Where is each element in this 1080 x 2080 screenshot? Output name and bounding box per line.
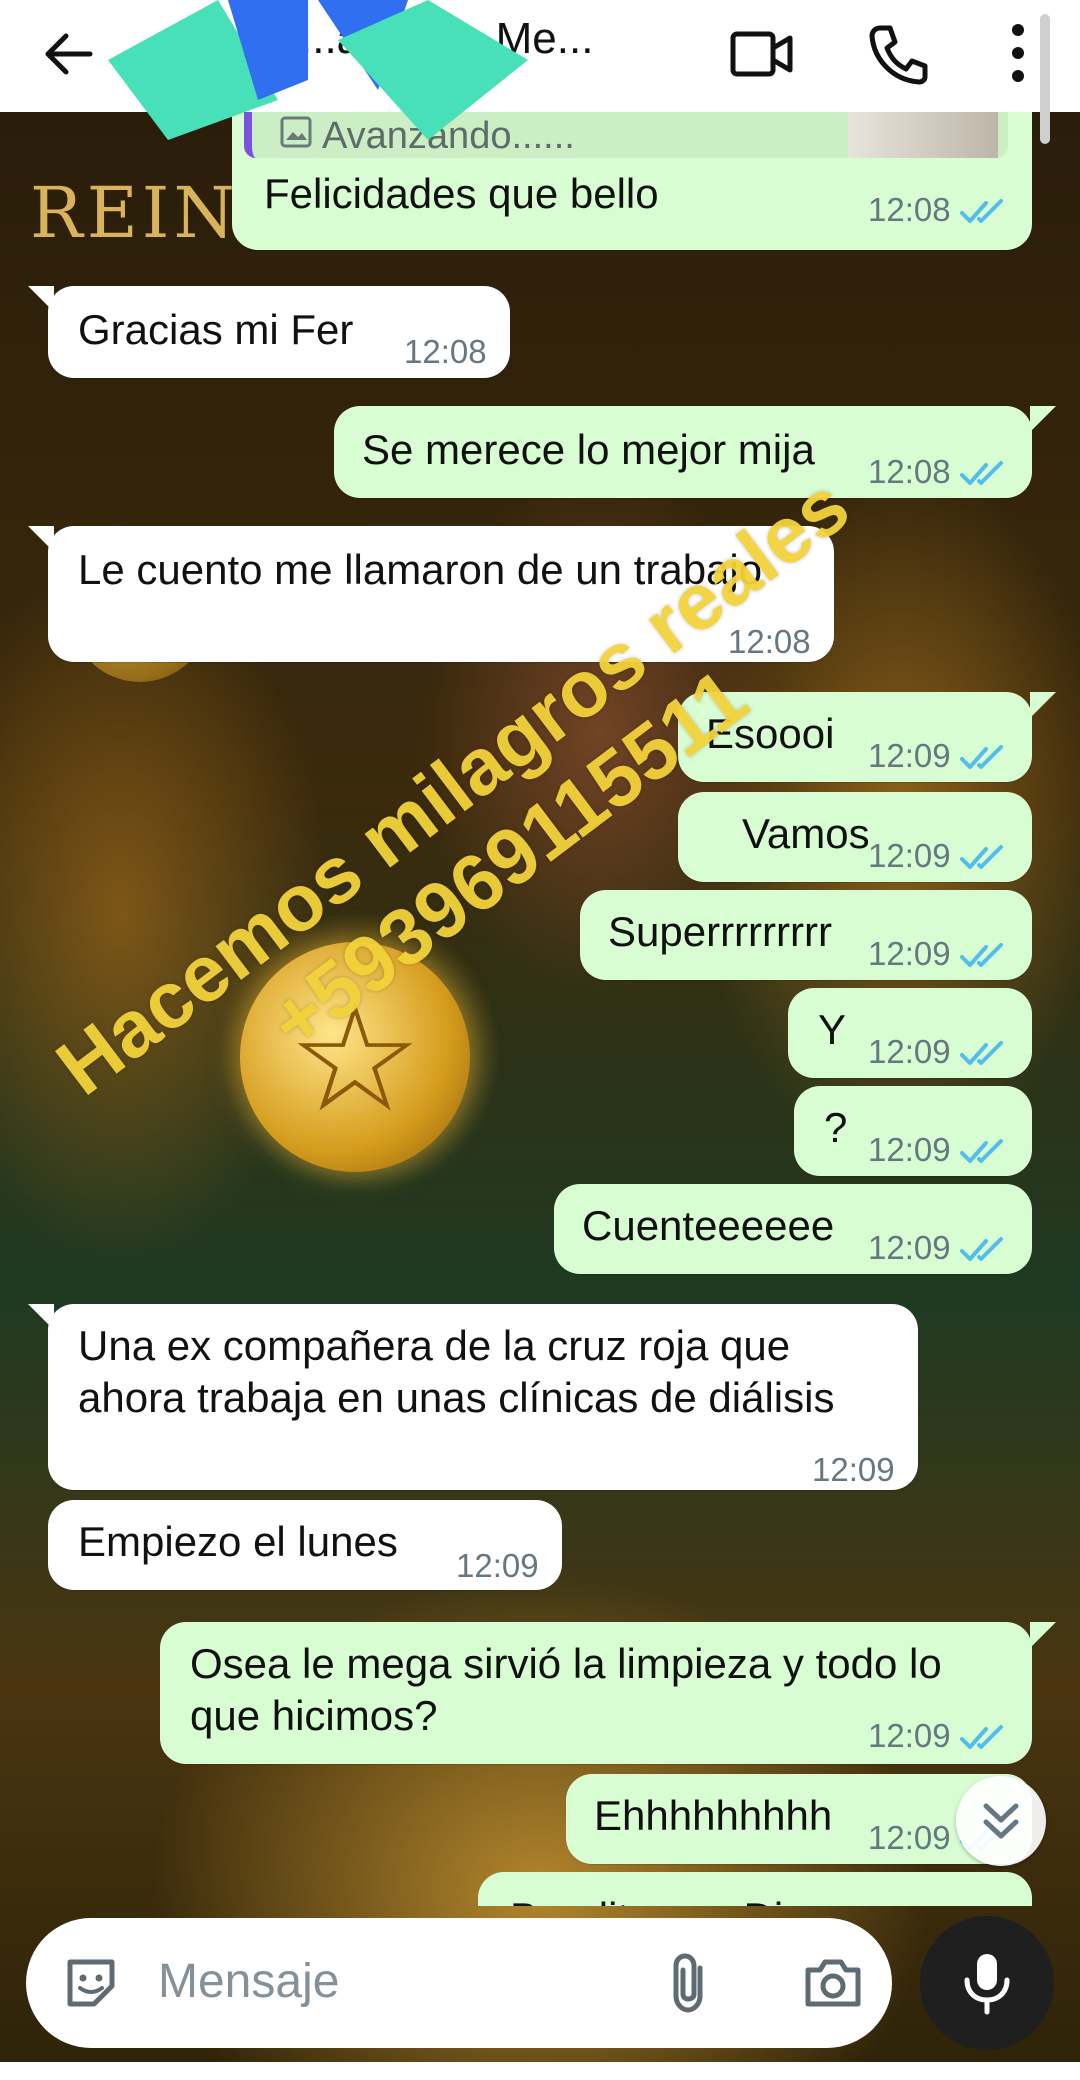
message-text-line-1: Una ex compañera de la cruz roja que (78, 1322, 791, 1369)
emoji-icon[interactable] (62, 1954, 120, 2012)
message-text-line-2: que hicimos? (190, 1692, 438, 1739)
message-text-line-1: Osea le mega sirvió la limpieza y todo l… (190, 1640, 942, 1687)
message-time: 12:09 (868, 1710, 1009, 1762)
message-bubble[interactable]: Y 12:09 (788, 988, 1032, 1078)
read-ticks-icon (959, 1041, 1003, 1066)
message-text: Felicidades que bello (264, 170, 659, 217)
wallpaper-pentacle-coin (240, 942, 470, 1172)
contact-avatar[interactable] (108, 0, 528, 140)
bubble-tail (1030, 406, 1056, 432)
message-time: 12:08 (868, 446, 1009, 498)
message-time: 12:09 (868, 1124, 1009, 1176)
message-text: Esoooi (706, 710, 835, 757)
read-ticks-icon (959, 745, 1003, 770)
read-ticks-icon (959, 461, 1003, 486)
message-bubble[interactable]: Osea le mega sirvió la limpieza y todo l… (160, 1622, 1032, 1764)
message-time: 12:09 (868, 1222, 1009, 1274)
read-ticks-icon (959, 199, 1003, 224)
message-time: 12:09 (868, 1026, 1009, 1078)
message-bubble[interactable]: ? 12:09 (794, 1086, 1032, 1176)
read-ticks-icon (959, 1725, 1003, 1750)
message-text: Empiezo el lunes (78, 1518, 398, 1565)
bubble-tail (28, 1304, 54, 1330)
message-time: 12:09 (868, 830, 1009, 882)
message-bubble[interactable]: Le cuento me llamaron de un trabajo 12:0… (48, 526, 834, 662)
message-time: 12:09 (868, 730, 1009, 782)
back-arrow-icon[interactable] (40, 26, 96, 82)
bubble-tail (1030, 692, 1056, 718)
quoted-thumbnail (848, 108, 998, 158)
message-text: Y (818, 1006, 847, 1053)
message-time: 12:09 (868, 928, 1009, 980)
message-text: Le cuento me llamaron de un trabajo (78, 546, 763, 593)
message-text: Cuenteeeeee (582, 1202, 835, 1249)
double-chevron-down-icon (983, 1803, 1019, 1839)
message-time: 12:08 (868, 184, 1009, 236)
bubble-tail (1030, 1622, 1056, 1648)
read-ticks-icon (959, 1139, 1003, 1164)
read-ticks-icon (959, 943, 1003, 968)
message-time: 12:08 (728, 623, 811, 660)
video-call-icon[interactable] (730, 26, 794, 82)
message-composer (26, 1918, 892, 2048)
message-bubble[interactable]: Cuenteeeeee 12:09 (554, 1184, 1032, 1274)
bubble-tail (28, 286, 54, 312)
scrollbar[interactable] (1040, 14, 1050, 144)
bubble-tail (28, 526, 54, 552)
message-bubble[interactable]: Se merece lo mejor mija 12:08 (334, 406, 1032, 498)
message-bubble[interactable]: Bendito sea Dios (478, 1872, 1032, 1906)
read-ticks-icon (959, 845, 1003, 870)
phone-icon[interactable] (868, 22, 928, 86)
message-bubble[interactable]: Gracias mi Fer 12:08 (48, 286, 510, 378)
message-bubble[interactable]: Esoooi 12:09 (678, 692, 1032, 782)
voice-message-button[interactable] (920, 1916, 1054, 2050)
bottom-safe-area (0, 2062, 1080, 2080)
camera-icon[interactable] (802, 1952, 864, 2014)
message-text: Bendito sea Dios (510, 1892, 828, 1906)
message-text: Superrrrrrrrr (608, 908, 832, 955)
message-bubble[interactable]: Superrrrrrrrr 12:09 (580, 890, 1032, 980)
message-bubble[interactable]: Una ex compañera de la cruz roja que aho… (48, 1304, 918, 1490)
message-input[interactable] (158, 1954, 658, 2009)
message-time: 12:09 (456, 1547, 539, 1584)
message-text: Ehhhhhhhhh (594, 1792, 833, 1839)
partial-message-clip: Bendito sea Dios (478, 1872, 1038, 1906)
message-text: Gracias mi Fer (78, 306, 354, 353)
message-text: ? (824, 1104, 848, 1151)
read-ticks-icon (959, 1237, 1003, 1262)
message-bubble[interactable]: Empiezo el lunes 12:09 (48, 1500, 562, 1590)
message-text: Vamos (742, 810, 870, 857)
mic-icon (964, 1954, 1010, 2015)
message-text: Se merece lo mejor mija (362, 426, 815, 473)
more-vert-icon[interactable] (1002, 18, 1034, 88)
message-time: 12:08 (404, 333, 487, 370)
attach-icon[interactable] (666, 1950, 716, 2016)
message-time: 12:09 (812, 1451, 895, 1488)
message-bubble[interactable]: Vamos 12:09 (678, 792, 1032, 882)
message-text-line-2: ahora trabaja en unas clínicas de diális… (78, 1374, 835, 1421)
scroll-to-bottom-button[interactable] (956, 1776, 1046, 1866)
